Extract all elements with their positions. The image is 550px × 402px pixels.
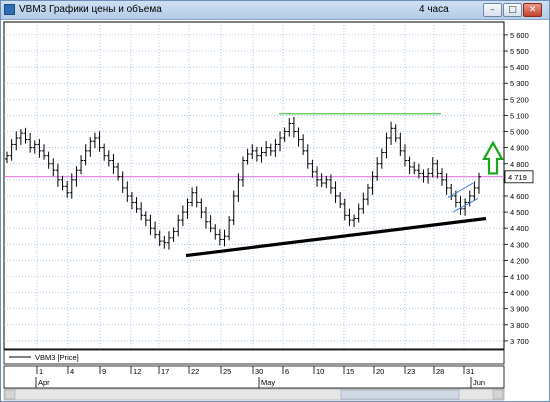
app-icon xyxy=(4,4,15,15)
x-day-label: 10 xyxy=(316,367,324,376)
x-day-label: 22 xyxy=(191,367,199,376)
maximize-button[interactable]: □ xyxy=(503,3,522,17)
x-day-label: 20 xyxy=(376,367,384,376)
y-tick-label: 4 600 xyxy=(510,192,529,201)
y-tick-label: 4 000 xyxy=(510,289,529,298)
minimize-button[interactable]: – xyxy=(483,3,502,17)
y-tick-label: 4 500 xyxy=(510,208,529,217)
y-tick-label: 4 200 xyxy=(510,256,529,265)
current-price-label: 4 719 xyxy=(508,173,527,182)
scrollbar-thumb[interactable] xyxy=(340,389,460,400)
chart-canvas: 5 600 5 500 5 400 5 300 5 200 5 100 5 000 4 900… xyxy=(3,21,534,401)
y-tick-label: 3 900 xyxy=(510,305,529,314)
x-day-label: 31 xyxy=(466,367,474,376)
window-title: VBM3 Графики цены и объема xyxy=(19,4,162,15)
y-tick-label: 5 100 xyxy=(510,111,529,120)
y-tick-label: 4 100 xyxy=(510,273,529,282)
y-tick-label: 3 700 xyxy=(510,337,529,346)
x-month-label: Jun xyxy=(473,378,485,387)
x-day-label: 25 xyxy=(223,367,231,376)
scroll-right-button[interactable] xyxy=(492,389,504,400)
x-day-label: 15 xyxy=(346,367,354,376)
title-bar[interactable]: VBM3 Графики цены и объема 4 часа – □ ✕ xyxy=(1,1,549,20)
y-tick-label: 4 900 xyxy=(510,144,529,153)
x-month-label: May xyxy=(261,378,275,387)
scroll-left-button[interactable] xyxy=(4,389,16,400)
x-day-label: 28 xyxy=(436,367,444,376)
y-tick-label: 5 600 xyxy=(510,31,529,40)
y-tick-label: 3 800 xyxy=(510,321,529,330)
x-day-label: 4 xyxy=(70,367,74,376)
interval-label[interactable]: 4 часа xyxy=(419,4,449,15)
chart-window: VBM3 Графики цены и объема 4 часа – □ ✕ … xyxy=(0,0,550,402)
y-tick-label: 5 000 xyxy=(510,128,529,137)
plot-area xyxy=(3,21,505,350)
x-day-label: 17 xyxy=(161,367,169,376)
y-tick-label: 5 300 xyxy=(510,79,529,88)
x-day-label: 12 xyxy=(133,367,141,376)
legend-strip xyxy=(3,349,505,365)
date-axis xyxy=(3,365,505,389)
y-tick-label: 4 400 xyxy=(510,224,529,233)
x-day-label: 9 xyxy=(102,367,106,376)
y-tick-label: 5 400 xyxy=(510,63,529,72)
y-tick-label: 4 800 xyxy=(510,160,529,169)
y-tick-label: 5 200 xyxy=(510,95,529,104)
x-day-label: 1 xyxy=(39,367,43,376)
x-day-label: 6 xyxy=(285,367,289,376)
close-button[interactable]: ✕ xyxy=(523,3,542,17)
x-day-label: 23 xyxy=(407,367,415,376)
x-day-label: 30 xyxy=(255,367,263,376)
price-chart[interactable]: 5 600 5 500 5 400 5 300 5 200 5 100 5 000 4 900… xyxy=(1,20,549,402)
y-tick-label: 4 300 xyxy=(510,240,529,249)
x-month-label: Apr xyxy=(38,378,50,387)
legend-label: VBM3 [Price] xyxy=(35,353,79,362)
y-tick-label: 5 500 xyxy=(510,47,529,56)
